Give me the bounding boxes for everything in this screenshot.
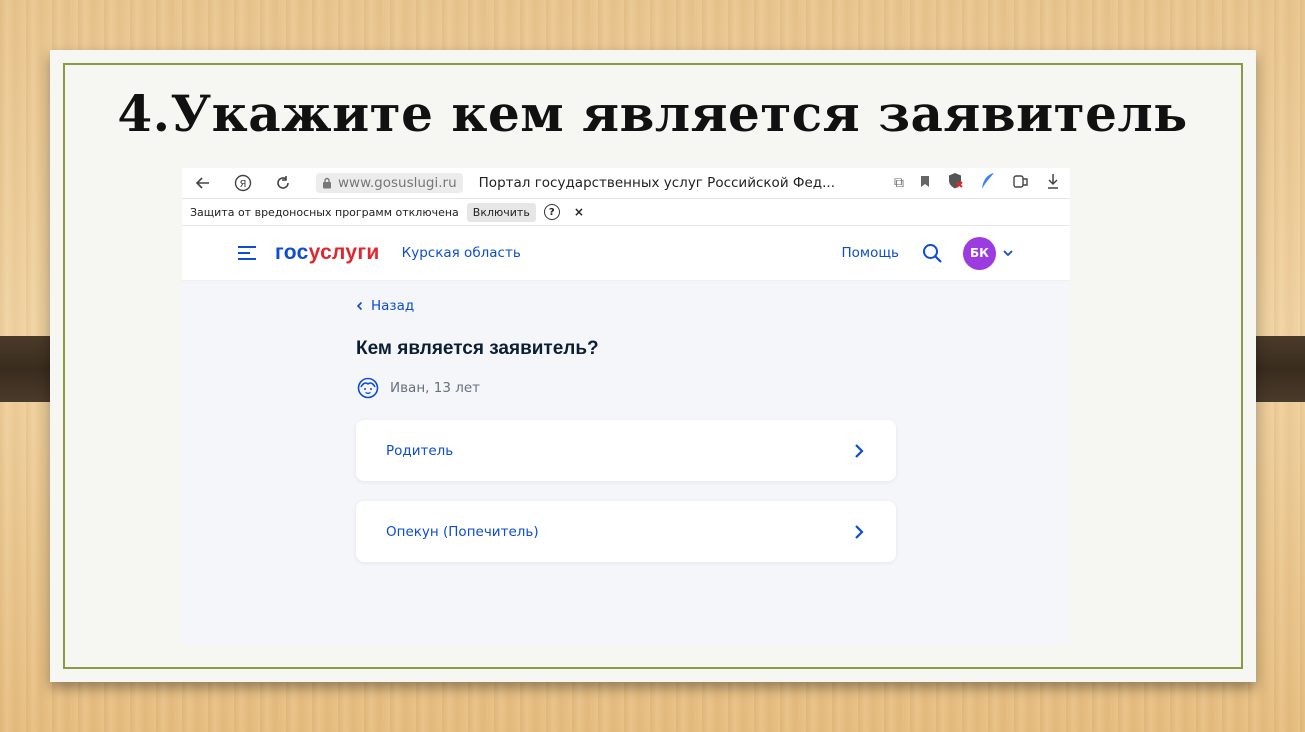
chevron-left-icon bbox=[356, 301, 363, 311]
header-actions: Помощь БК bbox=[841, 236, 1014, 270]
child-info: Иван, 13 лет bbox=[356, 376, 896, 400]
chevron-right-icon bbox=[855, 443, 864, 458]
option-parent[interactable]: Родитель bbox=[356, 420, 896, 481]
protect-shield-icon[interactable] bbox=[946, 172, 964, 194]
feather-extension-icon[interactable] bbox=[980, 172, 996, 194]
bookmark-icon[interactable] bbox=[920, 175, 930, 192]
page-title: Кем является заявитель? bbox=[356, 338, 599, 359]
close-infobar-icon[interactable]: × bbox=[574, 205, 584, 219]
security-infobar: Защита от вредоносных программ отключена… bbox=[182, 199, 1070, 226]
gosuslugi-logo[interactable]: госуслуги bbox=[275, 241, 380, 265]
toolbar-right-icons: ⧉ bbox=[894, 172, 1060, 194]
reload-icon[interactable] bbox=[272, 172, 294, 194]
enable-protection-button[interactable]: Включить bbox=[466, 202, 536, 222]
address-bar[interactable]: www.gosuslugi.ru bbox=[316, 173, 463, 193]
chevron-right-icon bbox=[855, 524, 864, 539]
option-label: Родитель bbox=[386, 442, 454, 459]
translate-icon[interactable]: ⧉ bbox=[894, 175, 904, 191]
user-avatar[interactable]: БК bbox=[963, 236, 996, 270]
slide-title: 4.Укажите кем является заявитель bbox=[117, 84, 1188, 143]
child-avatar-icon bbox=[357, 377, 379, 399]
help-link[interactable]: Помощь bbox=[841, 245, 899, 261]
region-selector[interactable]: Курская область bbox=[402, 245, 521, 261]
site-header: госуслуги Курская область Помощь БК bbox=[182, 226, 1070, 281]
download-icon[interactable] bbox=[1046, 173, 1060, 193]
option-label: Опекун (Попечитель) bbox=[386, 523, 539, 540]
infobar-message: Защита от вредоносных программ отключена bbox=[190, 205, 459, 219]
url-text: www.gosuslugi.ru bbox=[338, 175, 457, 191]
child-name: Иван, 13 лет bbox=[390, 380, 481, 396]
svg-text:Я: Я bbox=[240, 179, 247, 190]
back-arrow-icon[interactable] bbox=[192, 172, 214, 194]
lock-icon bbox=[323, 177, 331, 189]
page-tab-title: Портал государственных услуг Российской … bbox=[478, 175, 836, 191]
option-guardian[interactable]: Опекун (Попечитель) bbox=[356, 501, 896, 562]
chevron-down-icon[interactable] bbox=[1002, 247, 1014, 259]
help-icon[interactable]: ? bbox=[543, 204, 560, 220]
browser-screenshot: Я www.gosuslugi.ru Портал государственны… bbox=[182, 168, 1070, 644]
menu-burger-icon[interactable] bbox=[238, 246, 258, 260]
back-label: Назад bbox=[371, 298, 415, 314]
yandex-icon[interactable]: Я bbox=[232, 172, 254, 194]
back-link[interactable]: Назад bbox=[356, 298, 896, 314]
extensions-icon[interactable] bbox=[1012, 173, 1030, 193]
search-icon[interactable] bbox=[921, 242, 943, 264]
main-content: Назад Кем является заявитель? Иван, 13 л… bbox=[356, 298, 896, 562]
browser-toolbar: Я www.gosuslugi.ru Портал государственны… bbox=[182, 168, 1070, 199]
